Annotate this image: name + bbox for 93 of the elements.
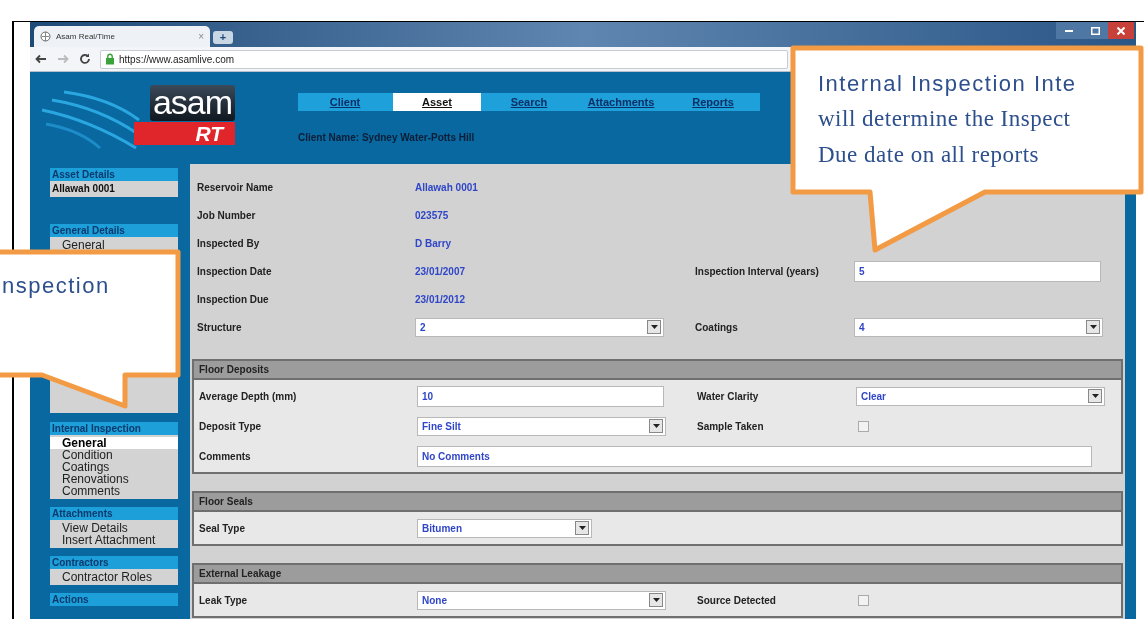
field-label: Deposit Type bbox=[199, 419, 263, 434]
callout-text: will determine the Inspect bbox=[818, 105, 1072, 133]
input-field[interactable]: 5 bbox=[854, 260, 1101, 282]
sidebar-item[interactable]: View Details bbox=[50, 522, 178, 534]
address-bar[interactable]: https://www.asamlive.com bbox=[100, 49, 788, 69]
dropdown-button[interactable] bbox=[649, 593, 663, 607]
minimize-icon bbox=[1065, 29, 1073, 32]
field-value: 23/01/2012 bbox=[415, 292, 466, 307]
padlock-icon bbox=[105, 53, 115, 65]
logo-wordmark: asam bbox=[150, 85, 235, 121]
sidebar-item[interactable]: Allawah 0001 bbox=[50, 183, 178, 195]
reload-icon bbox=[79, 53, 91, 65]
maximize-button[interactable] bbox=[1082, 22, 1108, 39]
dropdown[interactable]: Clear bbox=[856, 386, 1105, 406]
field-label: Water Clarity bbox=[697, 389, 760, 404]
sidebar-item[interactable]: General bbox=[50, 239, 178, 251]
field-label: Sample Taken bbox=[697, 419, 765, 434]
globe-icon bbox=[40, 31, 51, 42]
caret-icon bbox=[1091, 394, 1099, 398]
caret-icon bbox=[578, 526, 586, 530]
sidebar-item[interactable]: Contractor Roles bbox=[50, 571, 178, 583]
sidebar-heading: Attachments bbox=[50, 507, 178, 520]
section-header: Floor Deposits bbox=[192, 359, 1123, 380]
minimize-button[interactable] bbox=[1056, 22, 1082, 39]
sidebar-item[interactable]: Condition bbox=[50, 449, 178, 461]
reload-button[interactable] bbox=[78, 52, 92, 66]
sidebar-item[interactable]: General bbox=[50, 437, 178, 449]
nav-tab[interactable]: Attachments bbox=[577, 93, 665, 111]
field-label: Reservoir Name bbox=[197, 180, 275, 195]
new-tab-button[interactable]: + bbox=[213, 31, 233, 44]
dropdown[interactable]: 4 bbox=[854, 317, 1103, 337]
back-arrow-icon bbox=[35, 54, 47, 64]
field-label: Job Number bbox=[197, 208, 257, 223]
url-text: https://www.asamlive.com bbox=[119, 52, 235, 67]
callout-text: Due date on all reports bbox=[818, 141, 1040, 169]
sidebar-heading: Asset Details bbox=[50, 168, 178, 181]
close-icon bbox=[1117, 26, 1125, 35]
sidebar-item[interactable]: Insert Attachment bbox=[50, 534, 178, 546]
field-value: 23/01/2007 bbox=[415, 264, 466, 279]
caret-icon bbox=[650, 325, 658, 329]
nav-tab[interactable]: Search bbox=[485, 93, 573, 111]
field-label: Coatings bbox=[695, 320, 739, 335]
caret-icon bbox=[652, 598, 660, 602]
maximize-icon bbox=[1090, 26, 1100, 35]
dropdown-button[interactable] bbox=[1086, 320, 1100, 334]
sidebar-heading: Actions bbox=[50, 593, 178, 606]
dropdown-button[interactable] bbox=[647, 320, 661, 334]
checkbox[interactable] bbox=[858, 420, 869, 432]
field-label: Leak Type bbox=[199, 593, 249, 608]
sidebar-heading: Internal Inspection bbox=[50, 422, 178, 435]
dropdown[interactable]: Fine Silt bbox=[417, 416, 666, 436]
tab-title: Asam Real/Time bbox=[56, 30, 116, 43]
callout-text: nspection bbox=[2, 272, 110, 300]
sidebar-heading: Contractors bbox=[50, 556, 178, 569]
field-label: Inspected By bbox=[197, 236, 261, 251]
browser-tab[interactable]: Asam Real/Time × bbox=[34, 26, 210, 47]
dropdown[interactable]: None bbox=[417, 590, 666, 610]
sidebar-item[interactable]: Renovations bbox=[50, 473, 178, 485]
dropdown-button[interactable] bbox=[649, 419, 663, 433]
field-label: Inspection Due bbox=[197, 292, 270, 307]
field-label: Average Depth (mm) bbox=[199, 389, 298, 404]
field-label: Structure bbox=[197, 320, 243, 335]
dropdown[interactable]: Bitumen bbox=[417, 518, 592, 538]
field-label: Inspection Date bbox=[197, 264, 273, 279]
field-label: Source Detected bbox=[697, 593, 777, 608]
field-label: Comments bbox=[199, 449, 252, 464]
field-label: Inspection Interval (years) bbox=[695, 264, 820, 279]
forward-arrow-icon bbox=[57, 54, 69, 64]
section-header: External Leakage bbox=[192, 563, 1123, 584]
input-field[interactable]: 10 bbox=[417, 385, 664, 407]
callout-text: Internal Inspection Inte bbox=[818, 70, 1077, 98]
section-header: Floor Seals bbox=[192, 491, 1123, 512]
sidebar-item[interactable]: Coatings bbox=[50, 461, 178, 473]
nav-tab[interactable]: Asset bbox=[393, 93, 481, 111]
close-button[interactable] bbox=[1108, 22, 1134, 39]
caret-icon bbox=[1089, 325, 1097, 329]
nav-tab[interactable]: Client bbox=[301, 93, 389, 111]
field-value: Allawah 0001 bbox=[415, 180, 478, 195]
checkbox[interactable] bbox=[858, 594, 869, 606]
field-label: Seal Type bbox=[199, 521, 246, 536]
dropdown-button[interactable] bbox=[575, 521, 589, 535]
dropdown-button[interactable] bbox=[1088, 389, 1102, 403]
client-name: Client Name: Sydney Water-Potts Hill bbox=[298, 131, 476, 145]
sidebar-item[interactable]: Comments bbox=[50, 485, 178, 497]
field-value: D Barry bbox=[415, 236, 452, 251]
field-value: 023575 bbox=[415, 208, 449, 223]
dropdown[interactable]: 2 bbox=[415, 317, 664, 337]
back-button[interactable] bbox=[34, 52, 48, 66]
logo-badge: RT bbox=[134, 122, 235, 145]
nav-tab[interactable]: Reports bbox=[669, 93, 757, 111]
input-field[interactable]: No Comments bbox=[417, 445, 1092, 467]
sidebar-heading: General Details bbox=[50, 224, 178, 237]
caret-icon bbox=[652, 424, 660, 428]
